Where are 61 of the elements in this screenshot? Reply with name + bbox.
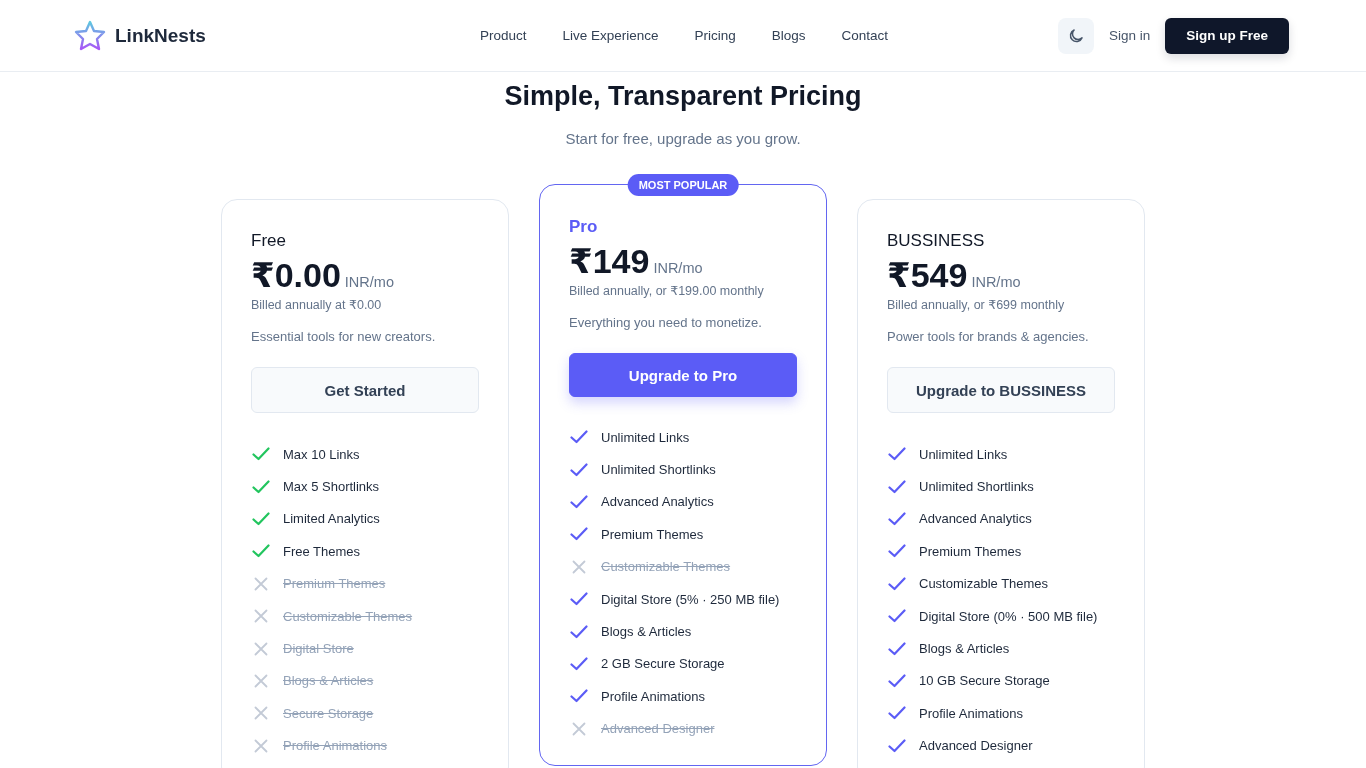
feature-text: Profile Animations [283, 738, 388, 754]
plan-name: Free [251, 231, 287, 251]
price-unit: INR/mo [971, 274, 1021, 290]
popular-badge: MOST POPULAR [627, 174, 739, 196]
billing-note: Billed annually, or ₹699 monthly [887, 297, 1066, 312]
feature-text: Unlimited Links [601, 429, 690, 445]
feature-text: Advanced Analytics [919, 511, 1032, 527]
billing-note: Billed annually at ₹0.00 [251, 297, 383, 312]
billing-note: Billed annually, or ₹199.00 monthly [569, 283, 765, 298]
feature-text: Max 5 Shortlinks [283, 479, 380, 495]
nav-link[interactable]: Contact [841, 28, 889, 43]
feature-text: Digital Store (5% · 250 MB file) [601, 591, 780, 607]
sign-in-link[interactable]: Sign in [1108, 28, 1151, 43]
feature-text: Premium Themes [919, 543, 1022, 559]
feature-text: Advanced Analytics [601, 494, 714, 510]
plan-description: Essential tools for new creators. [251, 329, 437, 344]
feature-text: Unlimited Shortlinks [919, 479, 1034, 495]
plan-description: Power tools for brands & agencies. [887, 329, 1090, 344]
feature-text: Limited Analytics [283, 511, 380, 527]
plan-description: Everything you need to monetize. [569, 315, 763, 330]
feature-text: Free Themes [283, 543, 361, 559]
star-logo-icon[interactable] [73, 18, 107, 53]
feature-text: Digital Store [283, 641, 354, 657]
feature-text: 2 GB Secure Storage [601, 656, 725, 672]
feature-text: Customizable Themes [601, 559, 731, 575]
price-unit: INR/mo [344, 274, 394, 290]
plan-name: Pro [569, 217, 599, 237]
page-subheading: Start for free, upgrade as you grow. [565, 130, 801, 147]
feature-text: Customizable Themes [283, 608, 413, 624]
plan-button[interactable]: Upgrade to Pro [569, 353, 797, 397]
plan-price: ₹549 [887, 255, 968, 295]
plan-name: BUSSINESS [887, 231, 986, 251]
feature-text: Profile Animations [601, 688, 706, 704]
feature-text: Blogs & Articles [601, 624, 692, 640]
nav-link[interactable]: Blogs [771, 28, 806, 43]
plan-button[interactable]: Upgrade to BUSSINESS [887, 367, 1115, 413]
nav-link[interactable]: Live Experience [562, 28, 659, 43]
feature-text: Digital Store (0% · 500 MB file) [919, 608, 1098, 624]
feature-text: Advanced Designer [919, 738, 1033, 754]
plan-price: ₹0.00 [251, 255, 341, 295]
feature-text: Unlimited Shortlinks [601, 462, 716, 478]
feature-text: Unlimited Links [919, 446, 1008, 462]
feature-text: Advanced Designer [601, 721, 715, 737]
feature-text: Secure Storage [283, 705, 374, 721]
feature-text: 10 GB Secure Storage [919, 673, 1050, 689]
feature-text: Premium Themes [601, 526, 704, 542]
page-heading: Simple, Transparent Pricing [504, 81, 862, 112]
plan-button[interactable]: Get Started [251, 367, 479, 413]
nav-link[interactable]: Pricing [694, 28, 736, 43]
feature-text: Max 10 Links [283, 446, 360, 462]
feature-text: Premium Themes [283, 576, 386, 592]
sign-up-button[interactable]: Sign up Free [1165, 17, 1289, 54]
price-unit: INR/mo [653, 260, 703, 276]
feature-text: Blogs & Articles [283, 673, 374, 689]
feature-text: Customizable Themes [919, 576, 1049, 592]
feature-text: Profile Animations [919, 705, 1024, 721]
theme-toggle-button[interactable] [1057, 17, 1094, 54]
brand-name[interactable]: LinkNests [115, 24, 206, 47]
feature-text: Blogs & Articles [919, 641, 1010, 657]
nav-link[interactable]: Product [479, 28, 527, 43]
plan-price: ₹149 [569, 241, 650, 281]
